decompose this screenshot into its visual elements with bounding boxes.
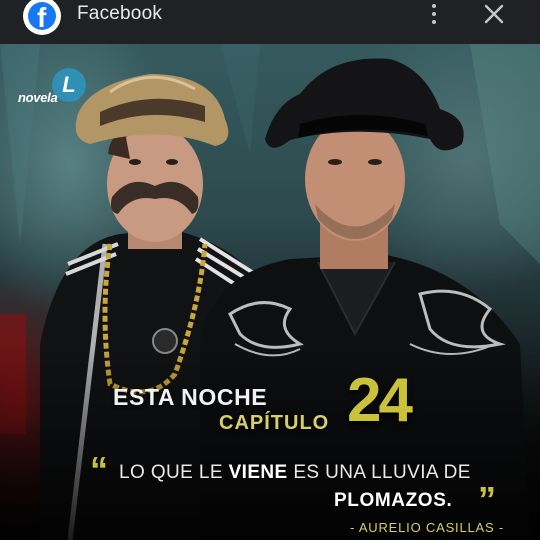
open-quote-icon: “: [90, 449, 108, 490]
facebook-logo-icon: f: [22, 0, 62, 35]
quote-author: - AURELIO CASILLAS -: [350, 520, 504, 535]
post-image[interactable]: L novela ESTA NOCHE CAPÍTULO 24 “ LO QUE…: [0, 44, 540, 540]
close-quote-icon: ”: [478, 479, 496, 520]
quote-line-1: LO QUE LE VIENE ES UNA LLUVIA DE: [119, 462, 471, 483]
app-bar: f Facebook: [0, 0, 540, 44]
close-icon[interactable]: [482, 2, 506, 26]
headline: ESTA NOCHE: [113, 384, 268, 410]
chapter-number: 24: [347, 366, 413, 435]
quote-line-2: PLOMAZOS.: [334, 490, 453, 511]
app-title: Facebook: [77, 3, 163, 24]
channel-logo-text: novela: [18, 90, 58, 105]
chapter-label: CAPÍTULO: [219, 412, 330, 434]
more-vertical-icon[interactable]: [424, 2, 444, 26]
